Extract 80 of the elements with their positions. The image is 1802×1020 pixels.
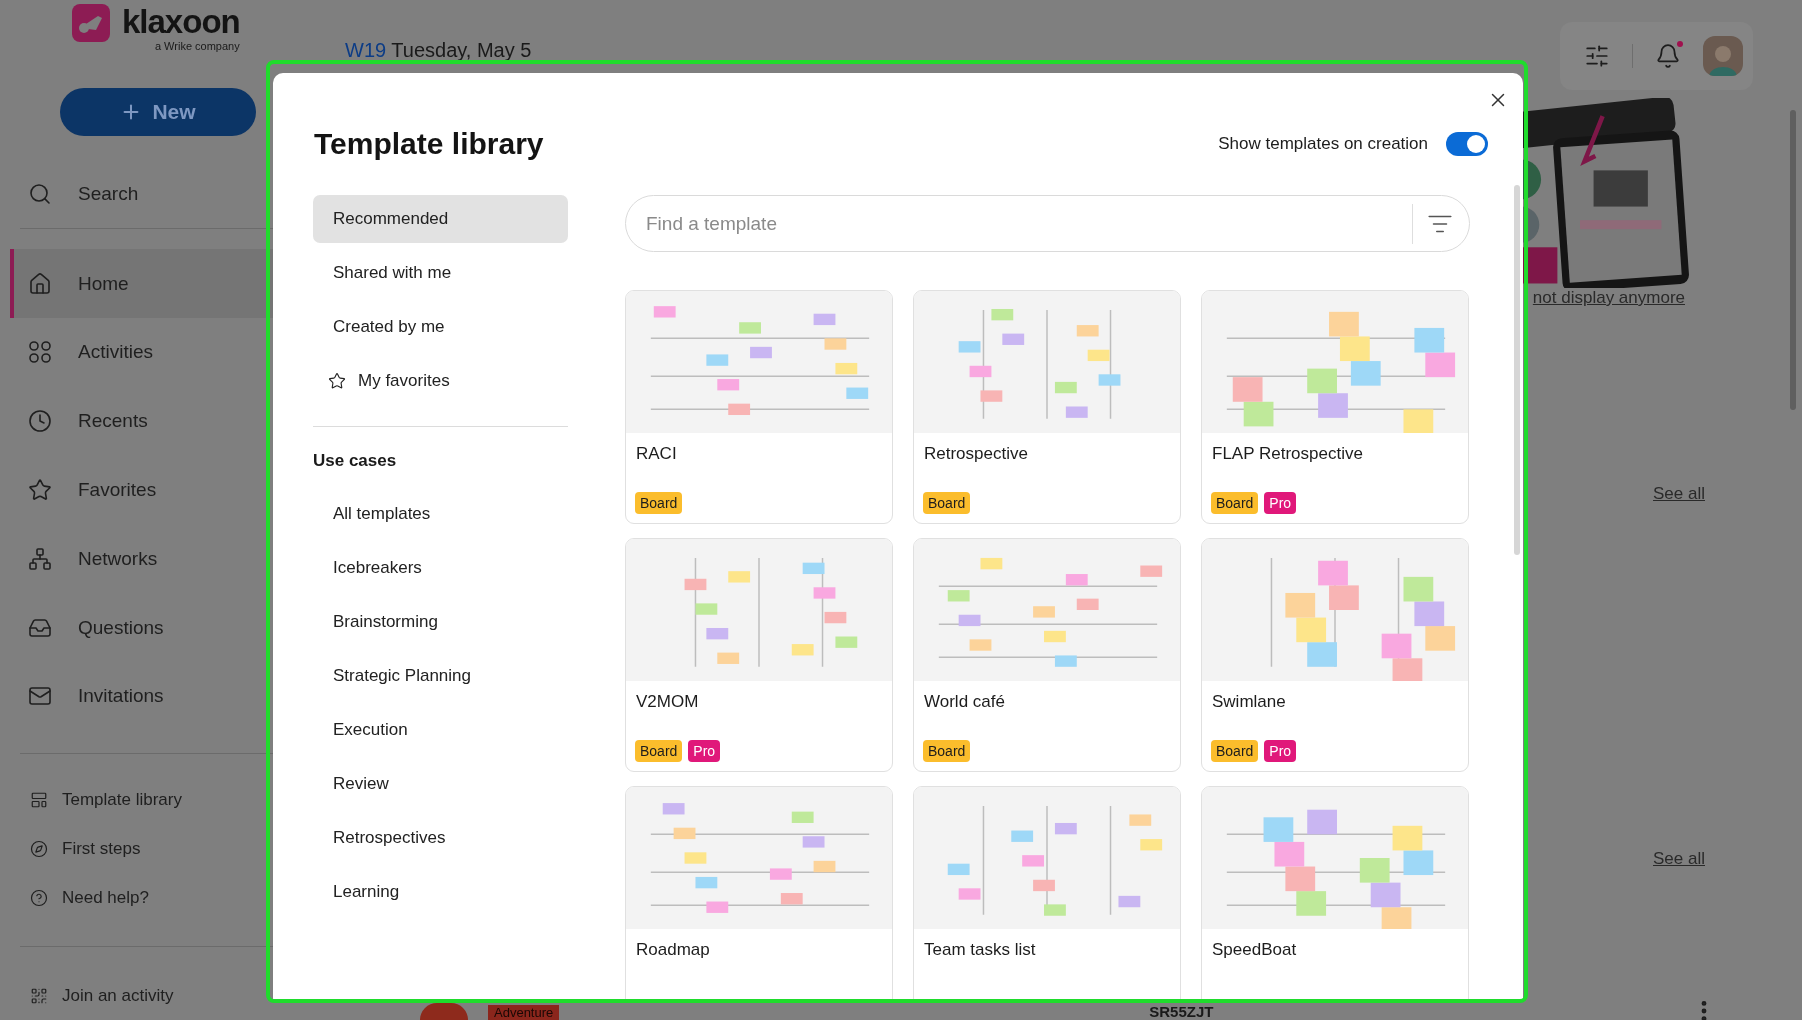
join-activity-link[interactable]: Join an activity bbox=[0, 971, 310, 1020]
type-tag: Pro bbox=[1264, 740, 1297, 762]
nav-item[interactable]: Activities bbox=[0, 318, 310, 387]
template-title: Roadmap bbox=[635, 939, 711, 961]
type-tag: Board bbox=[635, 740, 683, 762]
scrollbar[interactable] bbox=[1790, 110, 1796, 410]
activity-code: SR55ZJT bbox=[1149, 1003, 1214, 1020]
toggle-switch[interactable] bbox=[1446, 132, 1488, 156]
template-title: Team tasks list bbox=[923, 939, 1037, 961]
nav-item[interactable]: Networks bbox=[0, 524, 310, 594]
type-tag: Pro bbox=[1264, 492, 1297, 514]
template-title: Swimlane bbox=[1211, 691, 1287, 713]
type-tag: Board bbox=[635, 492, 683, 514]
circles-icon bbox=[28, 340, 52, 365]
template-card[interactable]: Roadmap bbox=[625, 786, 893, 1000]
template-icon bbox=[30, 791, 48, 810]
use-case-item[interactable]: Learning bbox=[313, 868, 568, 916]
compass-icon bbox=[30, 839, 48, 858]
template-title: V2MOM bbox=[635, 691, 700, 713]
date-heading: W19 Tuesday, May 5 bbox=[345, 39, 532, 62]
use-case-item[interactable]: Execution bbox=[313, 706, 568, 754]
search-item[interactable]: Search bbox=[0, 159, 310, 229]
use-case-item[interactable]: Retrospectives bbox=[313, 814, 568, 862]
footer-link[interactable]: First steps bbox=[0, 824, 310, 874]
nav-item[interactable]: Recents bbox=[0, 386, 310, 456]
filter-item[interactable]: Created by me bbox=[313, 303, 568, 351]
template-card[interactable]: FLAP Retrospective Board Pro bbox=[1201, 290, 1469, 524]
nav-item[interactable]: Favorites bbox=[0, 455, 310, 525]
filter-item[interactable]: Recommended bbox=[313, 195, 568, 243]
use-case-item[interactable]: All templates bbox=[313, 490, 568, 538]
search-icon bbox=[28, 181, 52, 206]
type-tag: Board bbox=[1211, 740, 1259, 762]
dialog-title: Template library bbox=[314, 127, 544, 161]
use-case-item[interactable]: Strategic Planning bbox=[313, 652, 568, 700]
section-heading: Use cases bbox=[313, 450, 398, 472]
new-button[interactable]: New bbox=[60, 87, 256, 136]
footer-link[interactable]: Template library bbox=[0, 775, 310, 825]
template-card[interactable]: Retrospective Board bbox=[913, 290, 1181, 524]
template-title: FLAP Retrospective bbox=[1211, 443, 1364, 465]
nav-item[interactable]: Questions bbox=[0, 593, 310, 662]
home-icon bbox=[28, 271, 52, 296]
filter-item[interactable]: Shared with me bbox=[313, 249, 568, 297]
clock-icon bbox=[28, 409, 52, 434]
dismiss-link[interactable]: not display anymore bbox=[1532, 288, 1685, 308]
template-title: World café bbox=[923, 691, 1006, 713]
template-title: SpeedBoat bbox=[1211, 939, 1298, 961]
qr-code-icon bbox=[30, 986, 48, 1005]
see-all-link[interactable]: See all bbox=[1653, 484, 1705, 504]
settings-icon[interactable] bbox=[1584, 43, 1610, 69]
filter-item[interactable]: My favorites bbox=[313, 357, 568, 405]
activity-icon bbox=[420, 1003, 468, 1020]
toggle-label: Show templates on creation bbox=[1218, 134, 1428, 154]
type-tag: Board bbox=[923, 740, 971, 762]
star-icon bbox=[28, 478, 52, 502]
use-case-item[interactable]: Brainstorming bbox=[313, 598, 568, 646]
activity-tag: Adventure bbox=[488, 1005, 560, 1020]
logo-tagline: a Wrike company bbox=[154, 40, 240, 52]
type-tag: Board bbox=[1211, 492, 1259, 514]
template-card[interactable]: RACI Board bbox=[625, 290, 893, 524]
nav-item[interactable]: Invitations bbox=[0, 661, 310, 731]
logo-icon bbox=[72, 4, 110, 42]
template-title: RACI bbox=[635, 443, 678, 465]
template-card[interactable]: Team tasks list bbox=[913, 786, 1181, 1000]
help-icon bbox=[30, 888, 48, 907]
network-icon bbox=[28, 546, 52, 571]
star-icon bbox=[328, 372, 346, 390]
template-card[interactable]: Swimlane Board Pro bbox=[1201, 538, 1469, 772]
notifications-icon[interactable] bbox=[1655, 43, 1681, 69]
use-case-item[interactable]: Icebreakers bbox=[313, 544, 568, 592]
template-card[interactable]: V2MOM Board Pro bbox=[625, 538, 893, 772]
type-tag: Pro bbox=[688, 740, 721, 762]
template-card[interactable]: SpeedBoat bbox=[1201, 786, 1469, 1000]
footer-link[interactable]: Need help? bbox=[0, 873, 310, 923]
use-case-item[interactable]: Review bbox=[313, 760, 568, 808]
scrollbar[interactable] bbox=[1514, 185, 1520, 555]
see-all-link[interactable]: See all bbox=[1653, 849, 1705, 869]
type-tag: Board bbox=[923, 492, 971, 514]
logo-name: klaxoon bbox=[122, 4, 240, 40]
template-card[interactable]: World café Board bbox=[913, 538, 1181, 772]
template-title: Retrospective bbox=[923, 443, 1029, 465]
